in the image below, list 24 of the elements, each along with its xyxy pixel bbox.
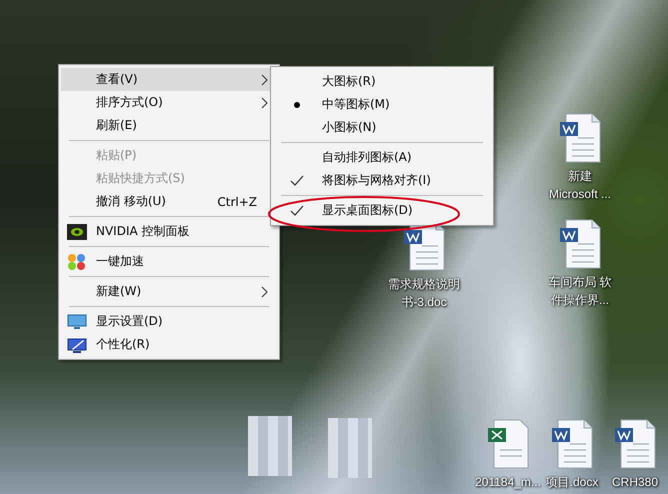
menu-item[interactable]: 中等图标(M) [273,93,491,116]
menu-item[interactable]: 小图标(N) [273,116,491,139]
menu-item[interactable]: 显示桌面图标(D) [273,199,491,222]
word-document-icon[interactable] [558,112,602,164]
word-document-icon[interactable] [613,418,657,470]
file-name-label: 车间布局 软 件操作界... [548,274,612,309]
menu-item[interactable]: 将图标与网格对齐(I) [273,169,491,192]
menu-item[interactable]: 个性化(R) [61,333,277,356]
menu-item[interactable]: 新建(W) [61,280,277,303]
word-document-icon[interactable] [550,418,594,470]
menu-item[interactable]: 显示设置(D) [61,310,277,333]
file-name-label: 需求规格说明 书-3.doc [388,276,460,311]
monitor-icon [67,314,87,330]
spreadsheet-document-icon[interactable] [486,418,530,470]
file-name-label: CRH380 [612,474,658,491]
file-name-label: 项目.docx [546,474,598,491]
menu-item[interactable]: 一键加速 [61,250,277,273]
file-name-label: 201184_m... [475,474,541,491]
nvidia-icon [67,224,87,240]
menu-item[interactable]: 自动排列图标(A) [273,146,491,169]
colored-dots-icon [67,254,87,270]
monitor-brush-icon [67,336,87,352]
word-document-icon[interactable] [558,218,602,270]
file-name-label: 新建 Microsoft ... [548,168,611,203]
